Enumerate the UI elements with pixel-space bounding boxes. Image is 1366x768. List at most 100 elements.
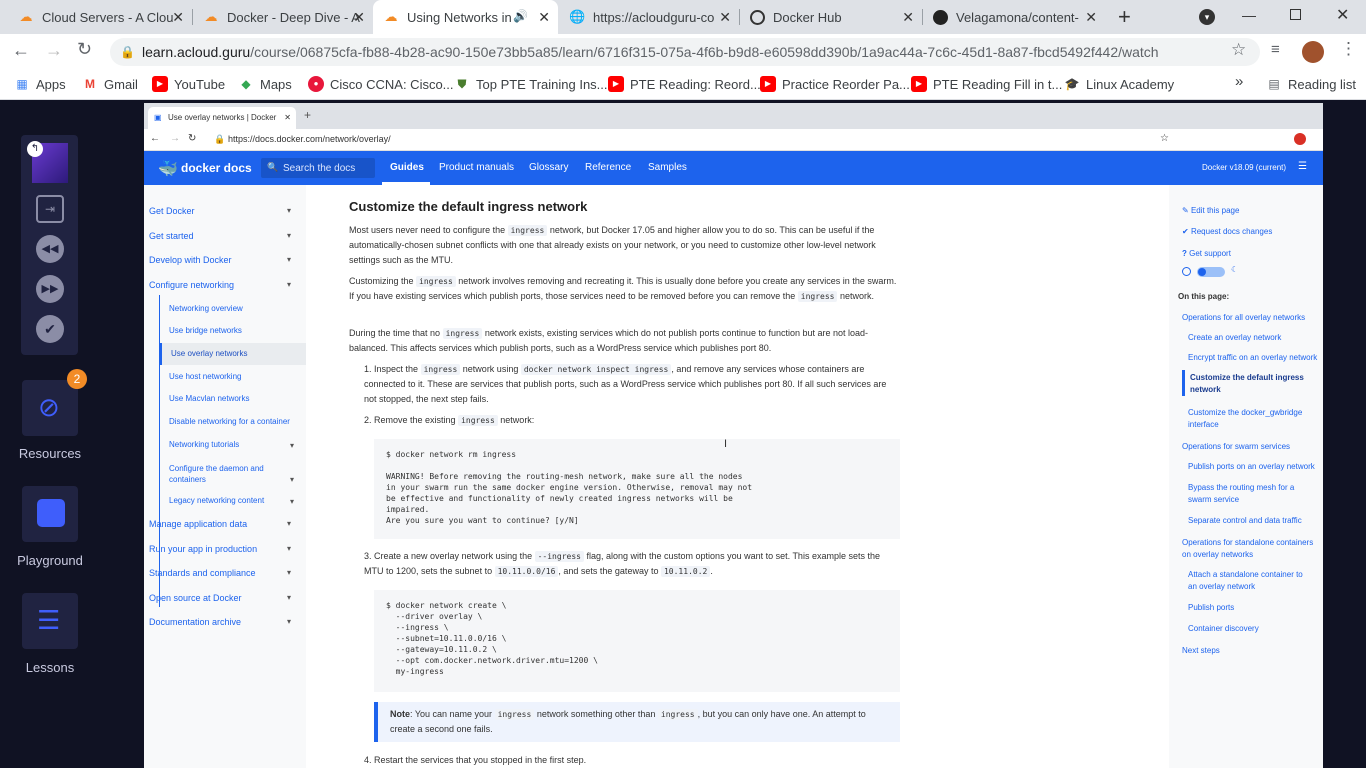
close-tab-icon[interactable]: ✕ [172, 9, 184, 26]
docs-search-input[interactable]: 🔍 Search the docs [261, 158, 375, 178]
code-block[interactable]: $ docker network create \ --driver overl… [374, 590, 900, 692]
edit-page-link[interactable]: ✎ Edit this page [1182, 205, 1323, 217]
request-changes-link[interactable]: ✔ Request docs changes [1182, 226, 1323, 238]
nav-section[interactable]: Configure networking ▾ [149, 280, 299, 290]
toc-item[interactable]: Customize the docker_gwbridge interface [1188, 407, 1306, 431]
close-tab-icon[interactable]: ✕ [902, 9, 914, 26]
toc-item-active[interactable]: Customize the default ingress network [1190, 372, 1308, 396]
close-tab-icon[interactable]: ✕ [284, 107, 291, 129]
playground-button[interactable] [22, 486, 78, 542]
bookmarks-overflow-button[interactable]: » [1235, 73, 1243, 90]
restore-button[interactable] [1290, 9, 1301, 20]
extension-icon[interactable] [1294, 133, 1306, 145]
version-dropdown[interactable]: Docker v18.09 (current) [1202, 163, 1286, 172]
browser-tab[interactable]: Docker Hub ✕ [740, 0, 922, 34]
nav-section[interactable]: Run your app in production ▾ [149, 544, 299, 554]
nav-section[interactable]: Get Docker ▾ [149, 206, 299, 216]
lessons-button[interactable]: ☰ [22, 593, 78, 649]
nav-sub-item[interactable]: Use Macvlan networks [169, 394, 294, 403]
nav-sub-item[interactable]: Use host networking [169, 372, 294, 381]
bookmark-gmail[interactable]: M Gmail [82, 76, 138, 92]
toc-item[interactable]: Publish ports on an overlay network [1188, 461, 1323, 473]
resources-button[interactable]: ⊘ [22, 380, 78, 436]
lesson-video-frame[interactable]: ▣ Use overlay networks | Docker ✕ + ← → … [144, 103, 1323, 768]
menu-icon[interactable]: ☰ [1298, 161, 1307, 172]
nav-guides[interactable]: Guides [390, 162, 424, 173]
nav-sub-item[interactable]: Networking overview [169, 304, 294, 313]
nav-section[interactable]: Manage application data ▾ [149, 519, 299, 529]
nav-sub-item[interactable]: Use bridge networks [169, 326, 294, 335]
browser-tab[interactable]: ☁ Docker - Deep Dive - A ✕ [193, 0, 373, 34]
toc-item[interactable]: Separate control and data traffic [1188, 515, 1323, 527]
theme-toggle[interactable] [1197, 267, 1225, 277]
toc-item[interactable]: Operations for swarm services [1182, 441, 1323, 453]
nav-section[interactable]: Open source at Docker ▾ [149, 593, 299, 603]
audio-playing-icon[interactable]: 🔊 [513, 9, 528, 23]
nav-glossary[interactable]: Glossary [529, 162, 568, 173]
support-link[interactable]: ? Get support [1182, 248, 1323, 260]
media-control-icon[interactable]: ≡ [1271, 41, 1280, 58]
address-bar[interactable]: 🔒 learn.acloud.guru/course/06875cfa-fb88… [110, 38, 1260, 66]
browser-tab[interactable]: 🌐 https://acloudguru-co ✕ [559, 0, 739, 34]
close-tab-icon[interactable]: ✕ [1085, 9, 1097, 26]
nav-sub-item-active[interactable]: Use overlay networks [171, 349, 296, 358]
profile-avatar[interactable] [1302, 41, 1324, 63]
nav-sub-item[interactable]: Legacy networking content [169, 496, 294, 505]
back-icon[interactable]: ↰ [27, 141, 43, 157]
back-arrow-icon[interactable]: ← [12, 40, 30, 61]
nav-product-manuals[interactable]: Product manuals [439, 162, 514, 173]
menu-kebab-icon[interactable]: ⋮ [1340, 39, 1357, 59]
toc-item[interactable]: Publish ports [1188, 602, 1323, 614]
toc-item[interactable]: Create an overlay network [1188, 332, 1323, 344]
close-window-button[interactable]: ✕ [1336, 5, 1349, 25]
new-tab-button[interactable]: + [304, 108, 311, 122]
nav-section[interactable]: Documentation archive ▾ [149, 617, 299, 627]
toc-item[interactable]: Next steps [1182, 645, 1323, 657]
browser-tab-active[interactable]: ☁ Using Networks in 🔊 ✕ [373, 0, 558, 34]
toggle-sidebar-icon[interactable]: ⇥ [36, 195, 64, 223]
toc-item[interactable]: Operations for standalone containers on … [1182, 537, 1323, 561]
toc-item[interactable]: Encrypt traffic on an overlay network [1188, 352, 1323, 364]
toc-item[interactable]: Attach a standalone container to an over… [1188, 569, 1308, 593]
code-block[interactable]: $ docker network rm ingress WARNING! Bef… [374, 439, 900, 539]
browser-tab[interactable]: ☁ Cloud Servers - A Clou ✕ [8, 0, 192, 34]
close-tab-icon[interactable]: ✕ [538, 9, 550, 26]
bookmark-star-icon[interactable]: ☆ [1160, 133, 1169, 144]
fast-forward-icon[interactable]: ▶▶ [36, 275, 64, 303]
nav-reference[interactable]: Reference [585, 162, 631, 173]
mark-complete-icon[interactable]: ✔ [36, 315, 64, 343]
bookmark-pte-training[interactable]: ⛊ Top PTE Training Ins... [454, 76, 607, 92]
forward-arrow-icon[interactable]: → [170, 133, 180, 144]
bookmark-cisco[interactable]: ● Cisco CCNA: Cisco... [308, 76, 454, 92]
nav-section[interactable]: Get started ▾ [149, 231, 299, 241]
tab-search-icon[interactable]: ▾ [1199, 9, 1215, 25]
rewind-icon[interactable]: ◀◀ [36, 235, 64, 263]
nav-sub-item[interactable]: Networking tutorials [169, 440, 294, 449]
toc-item[interactable]: Operations for all overlay networks [1182, 312, 1323, 324]
new-tab-button[interactable]: + [1118, 4, 1131, 30]
nav-section[interactable]: Standards and compliance ▾ [149, 568, 299, 578]
nav-section[interactable]: Develop with Docker ▾ [149, 255, 299, 265]
back-arrow-icon[interactable]: ← [150, 133, 160, 144]
browser-tab[interactable]: Velagamona/content- ✕ [923, 0, 1105, 34]
bookmark-practice-reorder[interactable]: ▶ Practice Reorder Pa... [760, 76, 910, 92]
close-tab-icon[interactable]: ✕ [719, 9, 731, 26]
bookmark-maps[interactable]: ◆ Maps [238, 76, 291, 92]
docker-docs-logo[interactable]: docker docs [181, 161, 252, 175]
toc-item[interactable]: Bypass the routing mesh for a swarm serv… [1188, 482, 1313, 506]
bookmark-pte-fill[interactable]: ▶ PTE Reading Fill in t... [911, 76, 1062, 92]
inner-url[interactable]: https://docs.docker.com/network/overlay/ [228, 134, 391, 144]
bookmark-youtube[interactable]: ▶ YouTube [152, 76, 225, 92]
forward-arrow-icon[interactable]: → [45, 40, 63, 61]
reading-list-button[interactable]: ▤ Reading list [1266, 76, 1356, 92]
inner-tab[interactable]: ▣ Use overlay networks | Docker ✕ [148, 107, 296, 129]
bookmark-apps[interactable]: ▦ Apps [14, 76, 65, 92]
reload-icon[interactable]: ↻ [77, 39, 92, 60]
nav-sub-item[interactable]: Disable networking for a container [169, 417, 294, 426]
nav-sub-item[interactable]: Configure the daemon and containers [169, 463, 269, 485]
reload-icon[interactable]: ↻ [188, 133, 196, 144]
nav-samples[interactable]: Samples [648, 162, 687, 173]
bookmark-pte-reading[interactable]: ▶ PTE Reading: Reord... [608, 76, 761, 92]
minimize-button[interactable]: — [1242, 7, 1256, 23]
toc-item[interactable]: Container discovery [1188, 623, 1323, 635]
